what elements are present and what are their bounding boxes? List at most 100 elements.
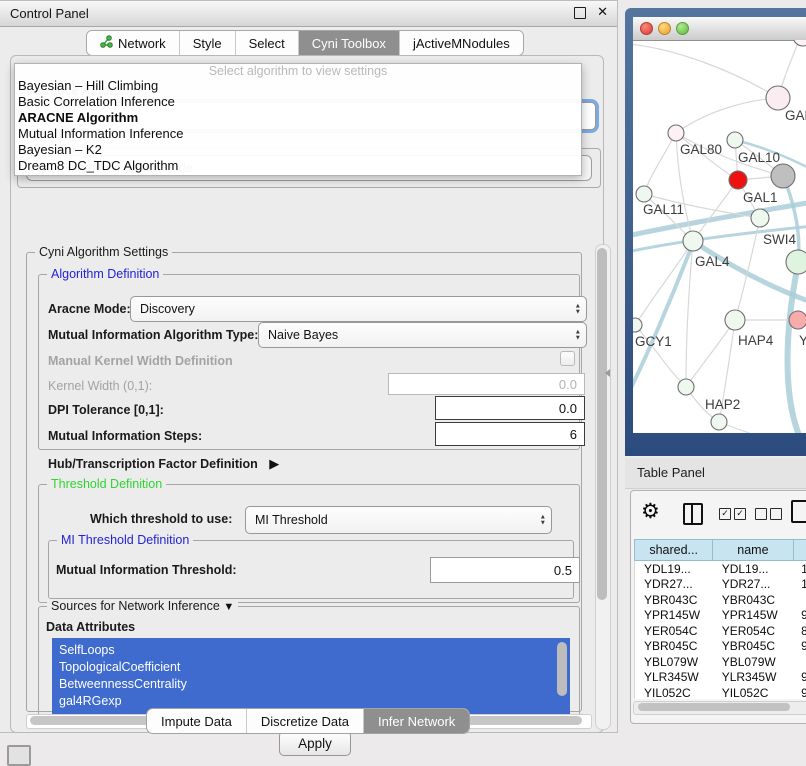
table-row[interactable]: YIL052CYIL052C9 <box>635 685 806 699</box>
table-horizontal-scrollbar[interactable] <box>633 701 806 715</box>
columns-icon[interactable] <box>683 503 703 525</box>
which-threshold-combobox[interactable]: MI Threshold ▲▼ <box>245 506 552 534</box>
dropdown-item[interactable]: Bayesian – Hill Climbing <box>18 78 581 94</box>
tab-style[interactable]: Style <box>180 31 236 55</box>
mi-type-combobox[interactable]: Naive Bayes ▲▼ <box>258 322 587 348</box>
sources-group-title[interactable]: Sources for Network Inference ▼ <box>47 599 238 613</box>
column-header[interactable]: name <box>713 539 793 561</box>
network-icon <box>100 35 113 51</box>
scrollbar-thumb[interactable] <box>597 248 607 600</box>
table-row[interactable]: YPR145WYPR145W9. <box>635 608 806 624</box>
manual-kernel-checkbox[interactable] <box>560 351 575 366</box>
tab-label: Cyni Toolbox <box>312 36 386 51</box>
dropdown-item[interactable]: Dream8 DC_TDC Algorithm <box>18 158 581 174</box>
bottom-tab-infer-network[interactable]: Infer Network <box>364 709 469 733</box>
network-node[interactable] <box>711 414 727 430</box>
network-node-gal11[interactable] <box>636 186 652 202</box>
minimize-traffic-light-icon[interactable] <box>658 22 671 35</box>
table-row[interactable]: YLR345WYLR345W9. <box>635 670 806 686</box>
settings-scrollpane: Cyni Algorithm Settings Algorithm Defini… <box>24 244 610 728</box>
table-cell: YDR27... <box>635 577 713 591</box>
attributes-list-scrollbar[interactable] <box>557 642 567 696</box>
vertical-scrollbar[interactable] <box>595 244 611 730</box>
table-row[interactable]: YBR043CYBR043C <box>635 592 806 608</box>
float-window-icon[interactable] <box>574 7 586 19</box>
network-node-y[interactable] <box>789 311 806 329</box>
node-table: shared...nameA YDL19...YDL19...13YDR27..… <box>634 539 806 699</box>
table-row[interactable]: YDR27...YDR27...12 <box>635 577 806 593</box>
table-panel-title: Table Panel <box>637 465 705 480</box>
dropdown-item[interactable]: Bayesian – K2 <box>18 142 581 158</box>
network-edge <box>676 98 778 133</box>
close-traffic-light-icon[interactable] <box>640 22 653 35</box>
kernel-width-field: 0.0 <box>388 373 585 395</box>
dropdown-item[interactable]: Basic Correlation Inference <box>18 94 581 110</box>
minimized-window-icon[interactable] <box>7 745 31 766</box>
bottom-tab-discretize-data[interactable]: Discretize Data <box>247 709 364 733</box>
network-edge <box>783 176 799 262</box>
network-node-hap4[interactable] <box>725 310 745 330</box>
tab-label: Style <box>193 36 222 51</box>
select-all-columns-icon[interactable]: ✓ ✓ <box>719 508 746 520</box>
tab-cyni-toolbox[interactable]: Cyni Toolbox <box>299 31 400 55</box>
table-panel: ⚙ ✓ ✓ shared...nameA YDL19...YDL19...13Y… <box>630 490 806 724</box>
control-panel-tabs: Network Style Select Cyni Toolbox jActiveMNo… <box>86 30 524 56</box>
splitter-collapse-icon[interactable] <box>605 369 610 377</box>
checked-box-icon: ✓ <box>719 508 731 520</box>
attribute-item-betweennesscentrality[interactable]: BetweennessCentrality <box>52 676 570 693</box>
network-node-gal1[interactable] <box>729 171 747 189</box>
tab-jactivemnodules[interactable]: jActiveMNodules <box>400 31 523 55</box>
tab-select[interactable]: Select <box>236 31 299 55</box>
node-label: GAL1 <box>743 190 778 205</box>
gear-icon[interactable]: ⚙ <box>641 501 660 523</box>
table-toolbar: ⚙ ✓ ✓ <box>631 491 806 537</box>
network-node-swi4[interactable] <box>751 209 769 227</box>
aracne-mode-combobox[interactable]: Discovery ▲▼ <box>130 296 587 322</box>
mi-steps-field[interactable]: 6 <box>435 422 585 446</box>
network-node-gal80[interactable] <box>668 125 684 141</box>
dropdown-item[interactable]: Mutual Information Inference <box>18 126 581 142</box>
attribute-item-selfloops[interactable]: SelfLoops <box>52 642 570 659</box>
apply-button[interactable]: Apply <box>279 731 351 756</box>
network-node[interactable] <box>793 40 806 46</box>
network-node-hap2[interactable] <box>678 379 694 395</box>
table-row[interactable]: YBR045CYBR045C9. <box>635 639 806 655</box>
export-table-icon[interactable] <box>791 500 806 523</box>
network-node-gcy1[interactable] <box>633 318 642 332</box>
control-panel-titlebar: Control Panel ✕ <box>0 1 617 27</box>
column-header[interactable]: A <box>794 539 806 561</box>
aracne-mode-label: Aracne Mode: <box>48 302 131 316</box>
close-icon[interactable]: ✕ <box>597 4 608 20</box>
network-window-titlebar[interactable] <box>633 17 806 41</box>
data-attributes-list[interactable]: SelfLoopsTopologicalCoefficientBetweenne… <box>52 638 570 714</box>
attribute-item-topologicalcoefficient[interactable]: TopologicalCoefficient <box>52 659 570 676</box>
mi-threshold-field[interactable]: 0.5 <box>430 557 580 583</box>
table-row[interactable]: YBL079WYBL079W <box>635 654 806 670</box>
dropdown-item[interactable]: ARACNE Algorithm <box>18 110 581 126</box>
network-node[interactable] <box>786 250 806 274</box>
mi-threshold-label: Mutual Information Threshold: <box>56 563 237 577</box>
network-node[interactable] <box>771 164 795 188</box>
hub-definition-toggle[interactable]: Hub/Transcription Factor Definition ▶ <box>48 456 279 472</box>
network-edge <box>686 320 735 387</box>
network-node-gal[interactable] <box>766 86 790 110</box>
table-row[interactable]: YER054CYER054C8. <box>635 623 806 639</box>
unselect-all-columns-icon[interactable] <box>755 508 782 520</box>
network-node-gal4[interactable] <box>683 231 703 251</box>
table-row[interactable]: YDL19...YDL19...13 <box>635 561 806 577</box>
scrollbar-thumb[interactable] <box>638 703 790 711</box>
table-cell: YDR27... <box>713 577 792 591</box>
node-label: GAL11 <box>643 202 684 217</box>
network-node-gal10[interactable] <box>727 132 743 148</box>
dpi-tolerance-field[interactable]: 0.0 <box>435 396 585 420</box>
table-cell: 9 <box>792 686 806 699</box>
network-edge <box>788 264 806 433</box>
zoom-traffic-light-icon[interactable] <box>676 22 689 35</box>
tab-network[interactable]: Network <box>87 31 180 55</box>
table-rows: YDL19...YDL19...13YDR27...YDR27...12YBR0… <box>634 561 806 699</box>
column-header[interactable]: shared... <box>634 539 713 561</box>
network-canvas[interactable]: GALGAL80GAL10GAL1GAL11SWI4GAL4GCY1HAP4YH… <box>633 40 806 433</box>
bottom-tab-impute-data[interactable]: Impute Data <box>147 709 247 733</box>
bottom-tabs: Impute DataDiscretize DataInfer Network <box>146 708 470 734</box>
network-view-window: GALGAL80GAL10GAL1GAL11SWI4GAL4GCY1HAP4YH… <box>633 17 806 433</box>
